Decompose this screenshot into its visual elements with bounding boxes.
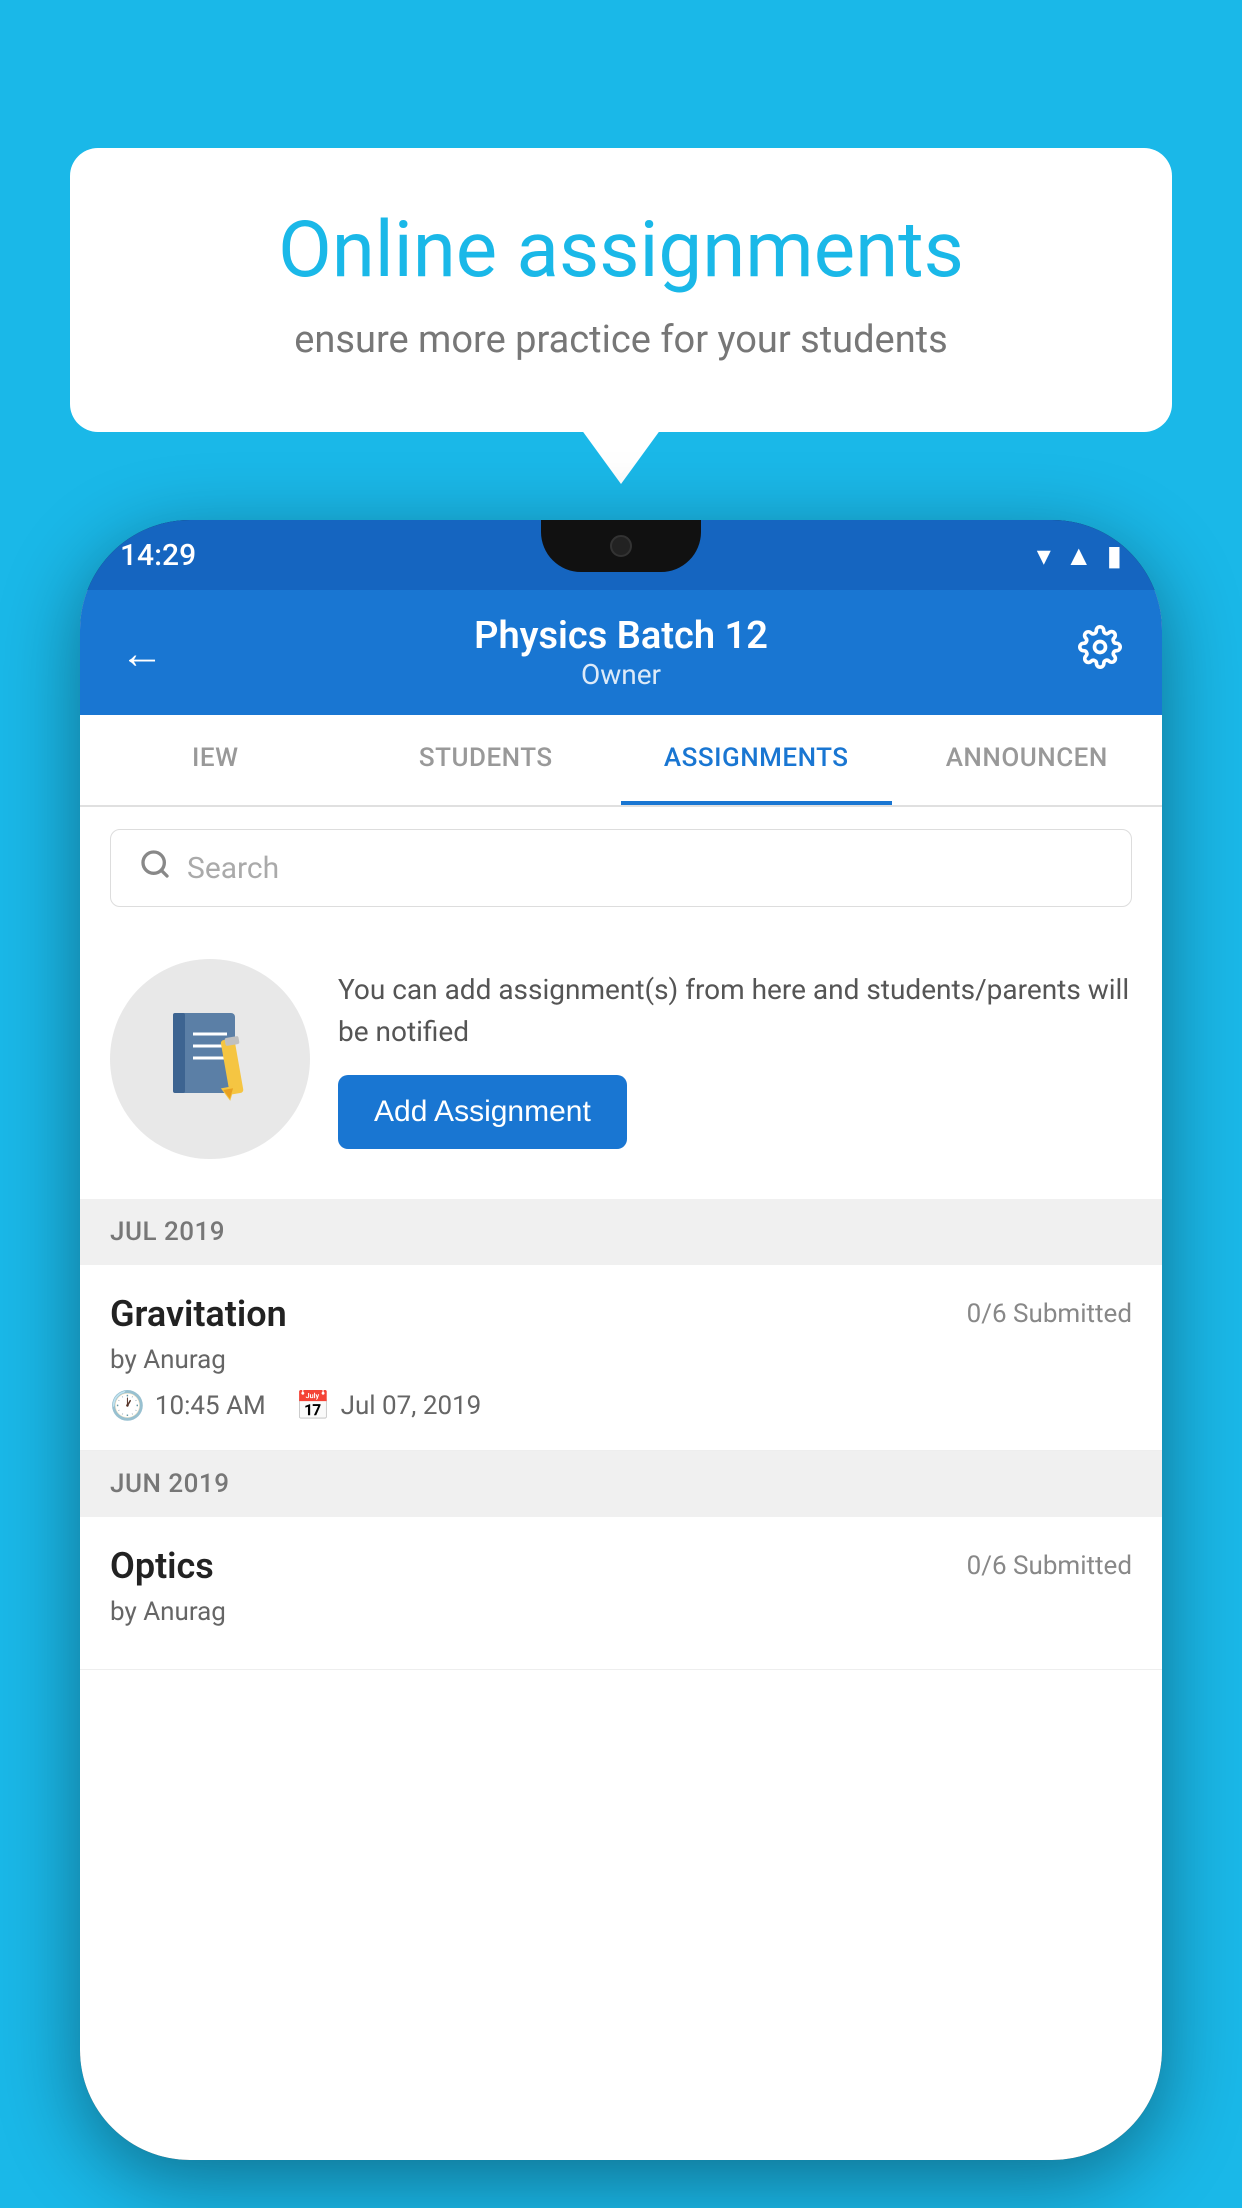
phone-notch xyxy=(541,520,701,572)
speech-bubble-subtitle: ensure more practice for your students xyxy=(140,318,1102,362)
assignment-time-value: 10:45 AM xyxy=(155,1391,266,1421)
promo-icon-circle xyxy=(110,959,310,1159)
add-assignment-button[interactable]: Add Assignment xyxy=(338,1075,627,1149)
batch-title: Physics Batch 12 xyxy=(474,614,768,658)
signal-icon: ▲ xyxy=(1065,539,1093,572)
clock-icon: 🕐 xyxy=(110,1389,145,1422)
search-icon xyxy=(139,848,171,888)
assignment-top-optics: Optics 0/6 Submitted xyxy=(110,1545,1132,1587)
assignment-item-gravitation[interactable]: Gravitation 0/6 Submitted by Anurag 🕐 10… xyxy=(80,1265,1162,1451)
tabs-bar: IEW STUDENTS ASSIGNMENTS ANNOUNCEN xyxy=(80,715,1162,807)
settings-icon[interactable] xyxy=(1078,625,1122,680)
phone-screen: ← Physics Batch 12 Owner IEW STUDENTS AS… xyxy=(80,590,1162,2160)
promo-text: You can add assignment(s) from here and … xyxy=(338,969,1132,1053)
calendar-icon: 📅 xyxy=(296,1389,331,1422)
promo-card: You can add assignment(s) from here and … xyxy=(80,929,1162,1199)
assignment-status-optics: 0/6 Submitted xyxy=(967,1551,1132,1581)
assignment-status: 0/6 Submitted xyxy=(967,1299,1132,1329)
search-container: Search xyxy=(80,807,1162,929)
section-header-jun: JUN 2019 xyxy=(80,1451,1162,1517)
assignment-author: by Anurag xyxy=(110,1345,1132,1375)
assignment-name-optics: Optics xyxy=(110,1545,214,1587)
tab-announcements[interactable]: ANNOUNCEN xyxy=(892,715,1163,805)
status-icons: ▾ ▲ ▮ xyxy=(1037,539,1122,572)
battery-icon: ▮ xyxy=(1107,539,1122,572)
camera-notch xyxy=(610,535,632,557)
assignment-name: Gravitation xyxy=(110,1293,287,1335)
assignment-top: Gravitation 0/6 Submitted xyxy=(110,1293,1132,1335)
assignment-time: 🕐 10:45 AM xyxy=(110,1389,266,1422)
assignment-author-optics: by Anurag xyxy=(110,1597,1132,1627)
header-title-block: Physics Batch 12 Owner xyxy=(474,614,768,691)
search-bar[interactable]: Search xyxy=(110,829,1132,907)
assignment-meta: 🕐 10:45 AM 📅 Jul 07, 2019 xyxy=(110,1389,1132,1422)
speech-bubble-container: Online assignments ensure more practice … xyxy=(70,148,1172,432)
status-bar: 14:29 ▾ ▲ ▮ xyxy=(80,520,1162,590)
tab-iew[interactable]: IEW xyxy=(80,715,351,805)
assignment-date: 📅 Jul 07, 2019 xyxy=(296,1389,482,1422)
assignment-item-optics[interactable]: Optics 0/6 Submitted by Anurag xyxy=(80,1517,1162,1670)
speech-bubble-title: Online assignments xyxy=(140,208,1102,294)
section-header-jul: JUL 2019 xyxy=(80,1199,1162,1265)
app-header: ← Physics Batch 12 Owner xyxy=(80,590,1162,715)
back-button[interactable]: ← xyxy=(120,627,164,679)
assignment-date-value: Jul 07, 2019 xyxy=(341,1391,482,1421)
tab-students[interactable]: STUDENTS xyxy=(351,715,622,805)
batch-role: Owner xyxy=(474,658,768,691)
tab-assignments[interactable]: ASSIGNMENTS xyxy=(621,715,892,805)
promo-content: You can add assignment(s) from here and … xyxy=(338,969,1132,1149)
search-placeholder: Search xyxy=(187,851,279,886)
wifi-icon: ▾ xyxy=(1037,539,1051,572)
phone-device: 14:29 ▾ ▲ ▮ ← Physics Batch 12 Owner xyxy=(80,520,1162,2160)
speech-bubble: Online assignments ensure more practice … xyxy=(70,148,1172,432)
status-time: 14:29 xyxy=(120,538,196,573)
notebook-icon xyxy=(165,1009,255,1109)
